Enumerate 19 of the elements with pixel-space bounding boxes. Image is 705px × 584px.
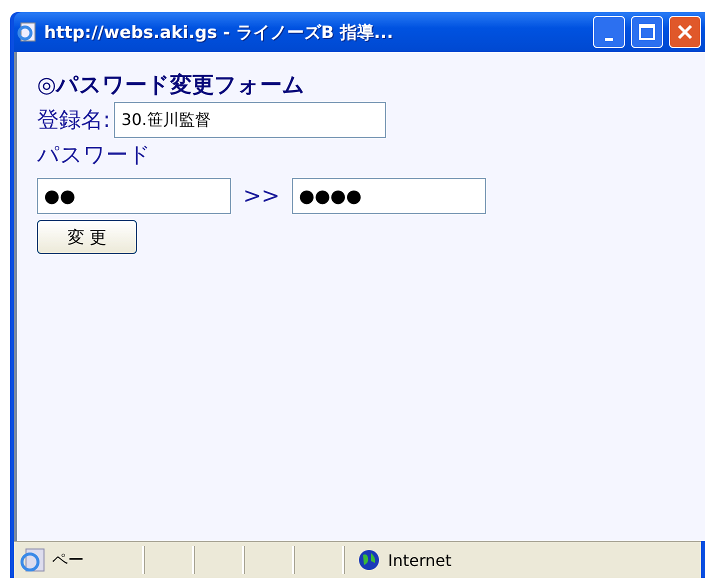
password-label: パスワード <box>37 142 152 170</box>
close-icon <box>676 23 694 41</box>
name-label: 登録名: <box>37 107 110 135</box>
close-button[interactable] <box>669 16 701 48</box>
name-field[interactable]: 30.笹川監督 <box>114 102 386 138</box>
maximize-icon <box>638 23 656 41</box>
form-heading: ◎パスワード変更フォーム <box>37 72 306 100</box>
zone-text: Internet <box>388 550 452 570</box>
maximize-button[interactable] <box>631 16 663 48</box>
status-text: ペー <box>52 550 85 570</box>
browser-icon <box>16 21 38 43</box>
old-password-field[interactable]: ●● <box>37 178 231 214</box>
minimize-button[interactable] <box>593 16 625 48</box>
minimize-icon <box>605 38 613 40</box>
window-title: http://webs.aki.gs - ライノーズB 指導... <box>44 22 394 44</box>
arrow-text: >> <box>243 184 280 208</box>
globe-icon <box>358 549 380 571</box>
change-button[interactable]: 変 更 <box>37 220 137 254</box>
new-password-field[interactable]: ●●●● <box>292 178 486 214</box>
